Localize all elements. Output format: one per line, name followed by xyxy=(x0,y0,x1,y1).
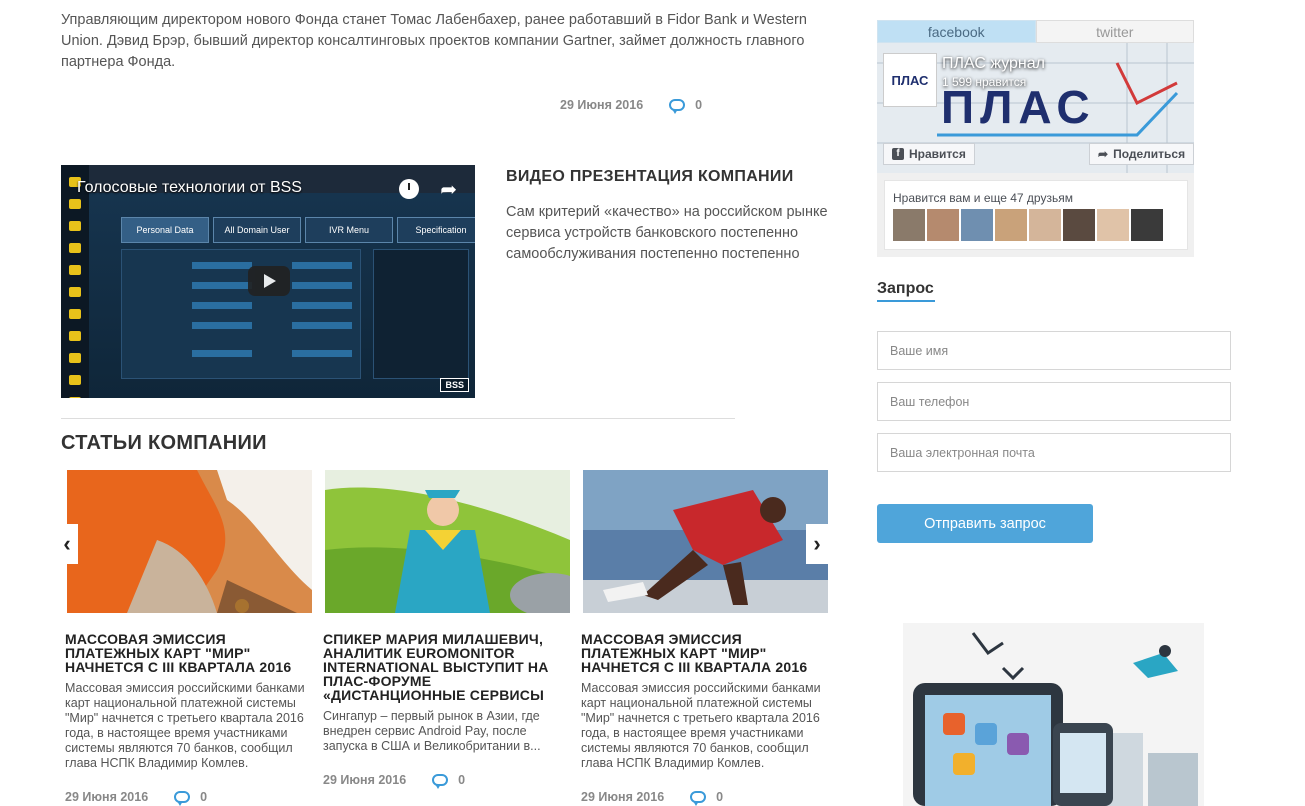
share-button-label: Поделиться xyxy=(1113,147,1186,161)
tab-facebook[interactable]: facebook xyxy=(877,20,1036,43)
video-heading: ВИДЕО ПРЕЗЕНТАЦИЯ КОМПАНИИ xyxy=(506,168,794,185)
avatar[interactable] xyxy=(1097,209,1129,241)
watch-later-icon[interactable] xyxy=(399,179,419,199)
promo-illustration[interactable] xyxy=(903,623,1204,806)
request-form-title: Запрос xyxy=(877,280,934,297)
play-button[interactable] xyxy=(248,266,290,296)
like-button-label: Нравится xyxy=(909,147,966,161)
article-card[interactable]: МАССОВАЯ ЭМИССИЯ ПЛАТЕЖНЫХ КАРТ "МИР" НА… xyxy=(65,470,312,806)
article-card[interactable]: СПИКЕР МАРИЯ МИЛАШЕВИЧ, АНАЛИТИК EUROMON… xyxy=(323,470,570,789)
share-icon[interactable]: ➦ xyxy=(440,177,457,202)
submit-request-button[interactable]: Отправить запрос xyxy=(877,504,1093,543)
article-image[interactable] xyxy=(325,470,570,613)
avatar[interactable] xyxy=(1063,209,1095,241)
comment-count[interactable]: 0 xyxy=(716,790,723,804)
video-description: Сам критерий «качество» на российском ры… xyxy=(506,204,828,262)
avatar[interactable] xyxy=(927,209,959,241)
facebook-like-count: 1 599 нравится xyxy=(942,75,1027,89)
carousel-next-arrow[interactable]: › xyxy=(806,524,828,564)
article-date: 29 Июня 2016 xyxy=(581,790,665,804)
friends-text: Нравится вам и еще 47 друзьям xyxy=(893,191,1073,205)
video-tab-personal-data: Personal Data xyxy=(121,217,209,243)
video-tab-specification: Specification xyxy=(397,217,475,243)
facebook-page-widget: ПЛАС ПЛАС ПЛАС журнал 1 599 нравится f Н… xyxy=(877,43,1195,257)
video-app-tabs: Personal Data All Domain User IVR Menu S… xyxy=(121,217,475,243)
article-meta: 29 Июня 2016 0 xyxy=(323,773,465,789)
section-title-articles: СТАТЬИ КОМПАНИИ xyxy=(61,432,267,454)
avatar[interactable] xyxy=(893,209,925,241)
article-date: 29 Июня 2016 xyxy=(65,790,149,804)
tab-twitter[interactable]: twitter xyxy=(1035,20,1194,43)
article-lead-text: Управляющим директором нового Фонда стан… xyxy=(61,12,807,70)
facebook-like-button[interactable]: f Нравится xyxy=(883,143,975,165)
video-form-panel xyxy=(121,249,361,379)
comment-icon[interactable] xyxy=(669,99,686,114)
share-arrow-icon: ➦ xyxy=(1098,147,1109,161)
carousel-prev-arrow[interactable]: ‹ xyxy=(56,524,78,564)
avatar[interactable] xyxy=(961,209,993,241)
article-image[interactable] xyxy=(67,470,312,613)
article-meta: 29 Июня 2016 0 xyxy=(581,790,723,806)
article-title[interactable]: МАССОВАЯ ЭМИССИЯ ПЛАТЕЖНЫХ КАРТ "МИР" НА… xyxy=(65,632,310,674)
article-date: 29 Июня 2016 xyxy=(560,98,644,112)
article-date: 29 Июня 2016 xyxy=(323,773,407,787)
video-app-sidebar xyxy=(61,165,89,398)
comment-count[interactable]: 0 xyxy=(200,790,207,804)
avatar[interactable] xyxy=(995,209,1027,241)
comment-count[interactable]: 0 xyxy=(695,98,702,112)
article-excerpt: Сингапур – первый рынок в Азии, где внед… xyxy=(323,709,541,753)
video-title: Голосовые технологии от BSS xyxy=(77,179,302,196)
divider xyxy=(61,418,735,419)
social-tabs: facebook twitter xyxy=(877,20,1194,43)
article-excerpt: Массовая эмиссия российскими банками кар… xyxy=(65,681,305,770)
avatar[interactable] xyxy=(1029,209,1061,241)
video-watermark: BSS xyxy=(440,378,469,392)
comment-icon[interactable] xyxy=(174,791,191,806)
comment-count[interactable]: 0 xyxy=(458,773,465,787)
phone-field[interactable]: Ваш телефон xyxy=(877,382,1231,421)
name-field[interactable]: Ваше имя xyxy=(877,331,1231,370)
title-underline xyxy=(877,300,935,302)
article-meta: 29 Июня 2016 0 xyxy=(560,98,702,114)
video-tab-ivr-menu: IVR Menu xyxy=(305,217,393,243)
friends-avatars xyxy=(893,209,1163,241)
email-field[interactable]: Ваша электронная почта xyxy=(877,433,1231,472)
avatar[interactable] xyxy=(1131,209,1163,241)
article-title[interactable]: МАССОВАЯ ЭМИССИЯ ПЛАТЕЖНЫХ КАРТ "МИР" НА… xyxy=(581,632,826,674)
facebook-page-name[interactable]: ПЛАС журнал xyxy=(942,55,1045,73)
facebook-share-button[interactable]: ➦ Поделиться xyxy=(1089,143,1195,165)
video-player[interactable]: Personal Data All Domain User IVR Menu S… xyxy=(61,165,475,398)
facebook-page-logo[interactable]: ПЛАС xyxy=(883,53,937,107)
article-title[interactable]: СПИКЕР МАРИЯ МИЛАШЕВИЧ, АНАЛИТИК EUROMON… xyxy=(323,632,568,702)
article-excerpt: Массовая эмиссия российскими банками кар… xyxy=(581,681,821,770)
facebook-friends-box: Нравится вам и еще 47 друзьям xyxy=(884,180,1188,250)
video-queues-panel xyxy=(373,249,469,379)
comment-icon[interactable] xyxy=(432,774,449,789)
article-image[interactable] xyxy=(583,470,828,613)
video-tab-domain-user: All Domain User xyxy=(213,217,301,243)
comment-icon[interactable] xyxy=(690,791,707,806)
facebook-icon: f xyxy=(892,148,904,160)
article-meta: 29 Июня 2016 0 xyxy=(65,790,207,806)
article-card[interactable]: МАССОВАЯ ЭМИССИЯ ПЛАТЕЖНЫХ КАРТ "МИР" НА… xyxy=(581,470,828,806)
